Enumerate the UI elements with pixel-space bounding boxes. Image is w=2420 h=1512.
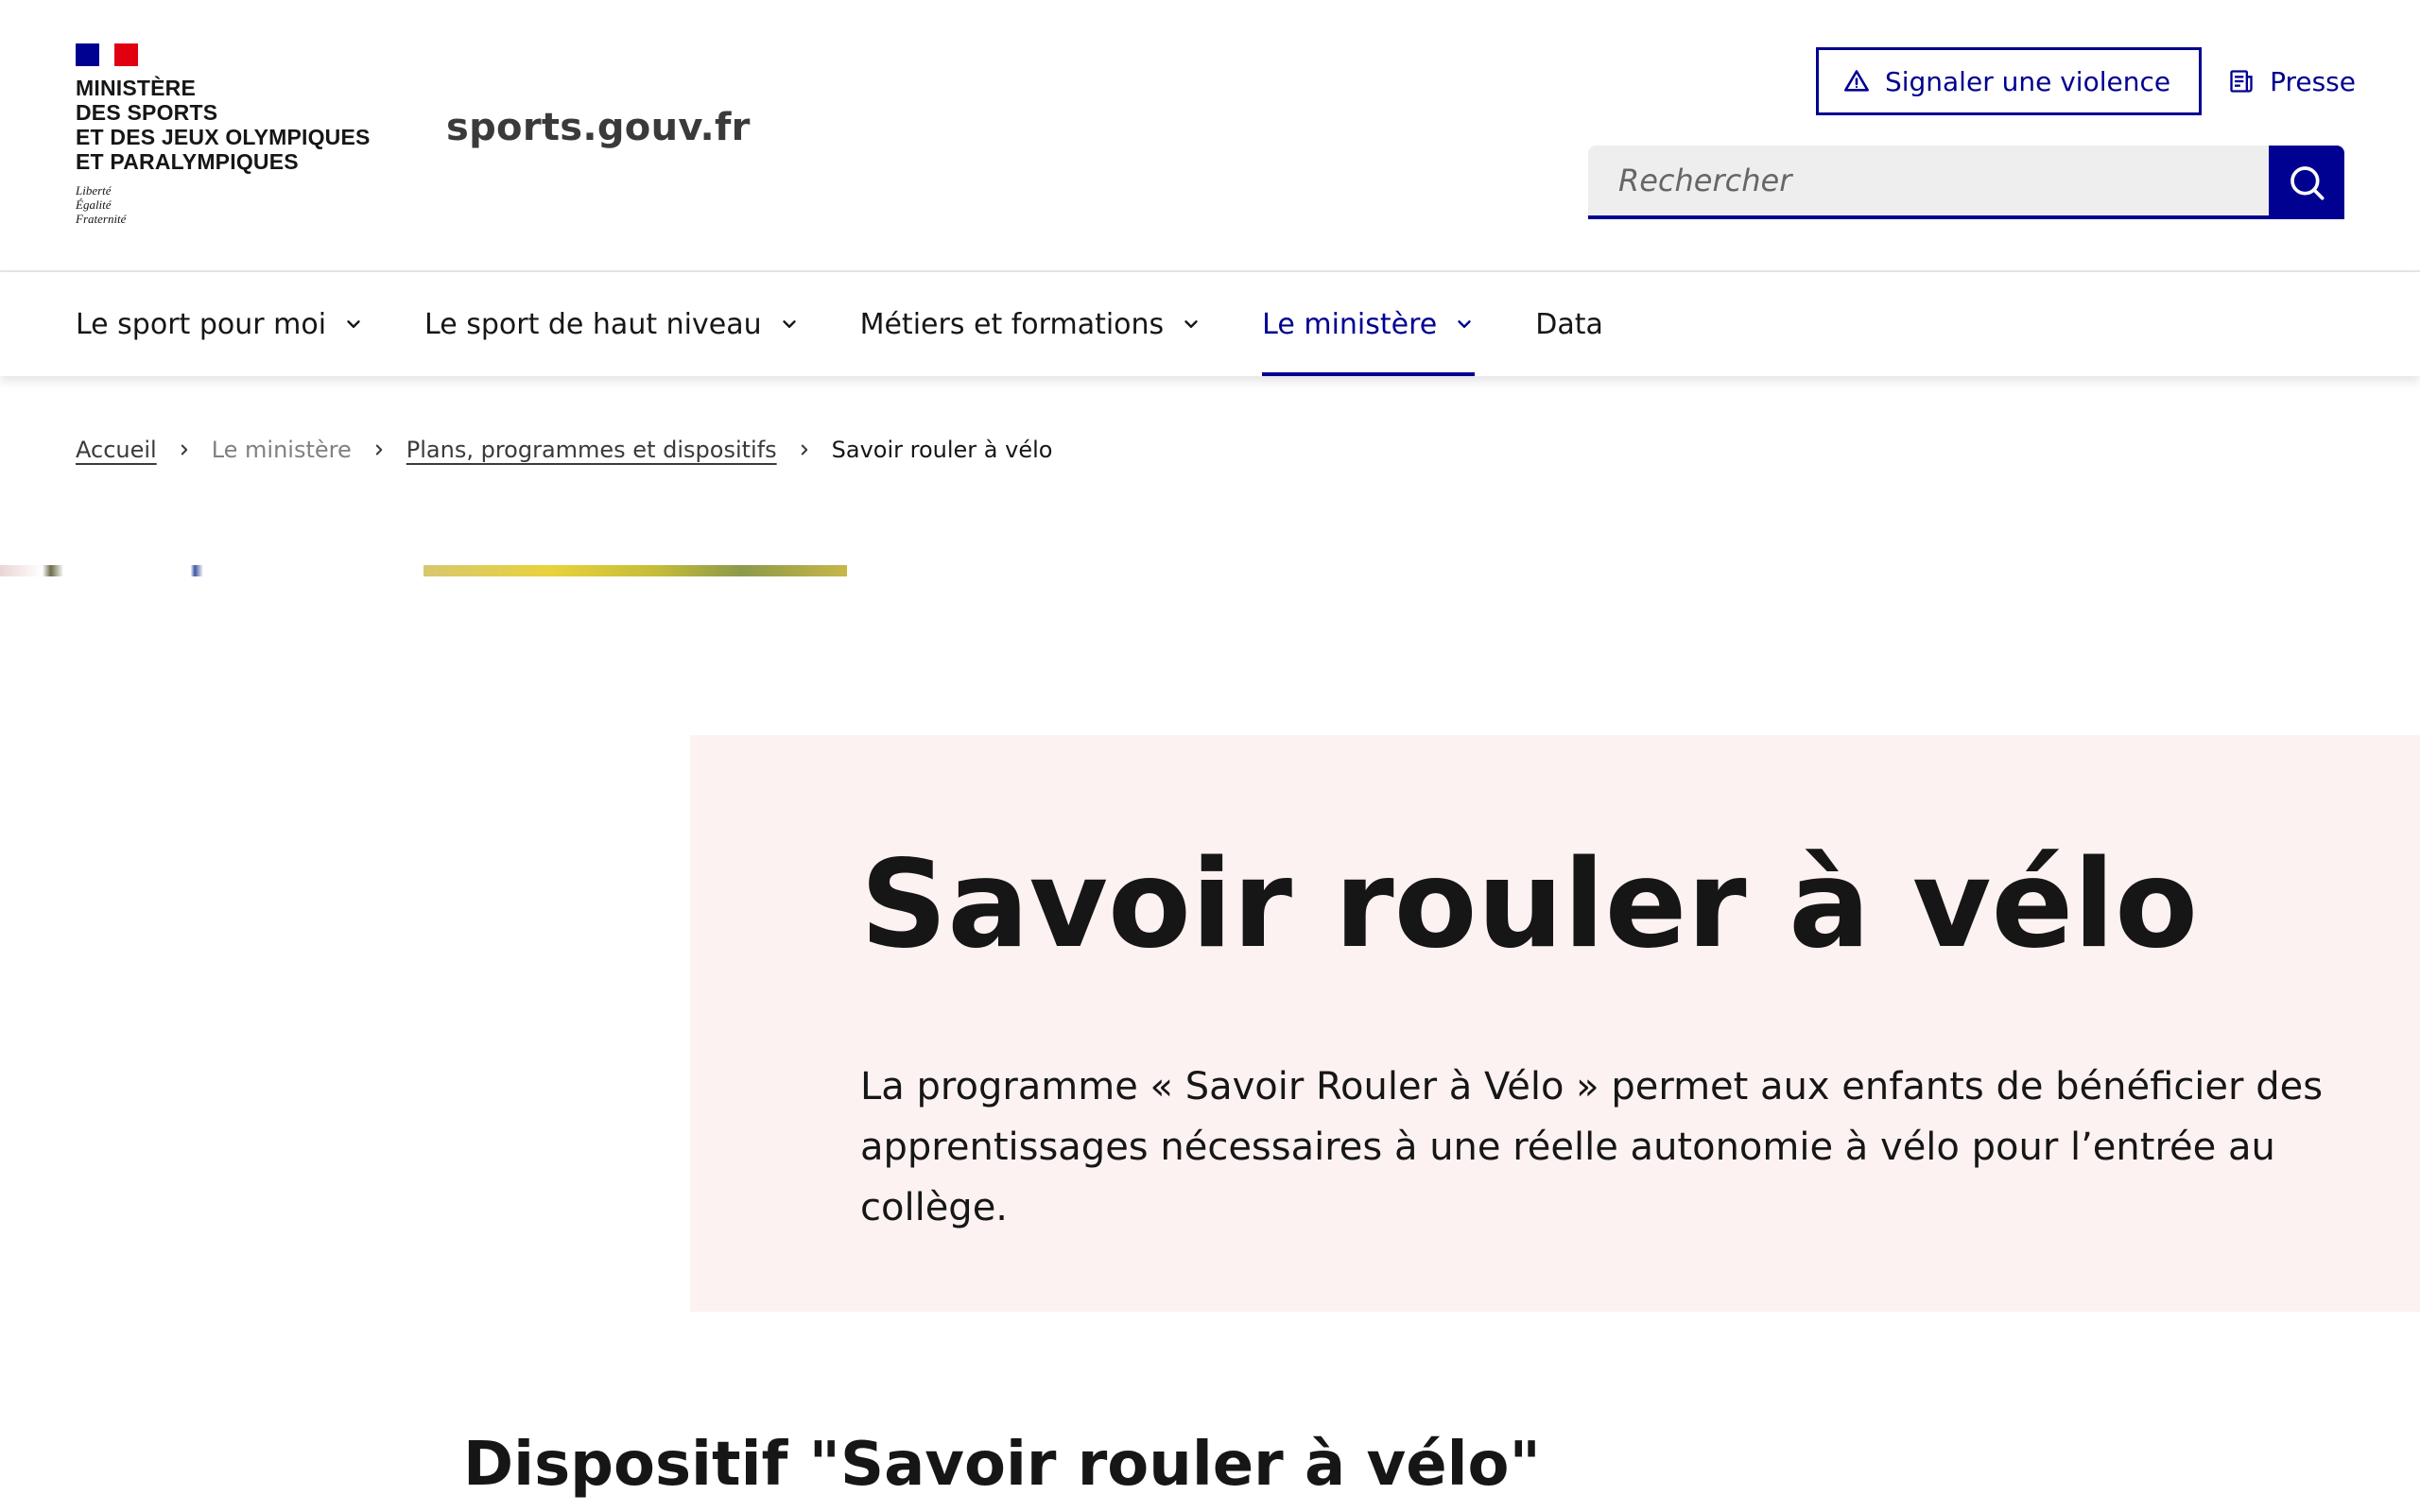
section-title: Dispositif "Savoir rouler à vélo"	[463, 1430, 1541, 1500]
newspaper-icon	[2228, 68, 2255, 94]
site-header: Ministère des Sports et des Jeux Olympiq…	[0, 0, 2420, 272]
ministry-line: et des Jeux Olympiques	[76, 125, 371, 149]
nav-item-label: Data	[1535, 307, 1603, 341]
motto-line: Égalité	[76, 198, 112, 212]
report-violence-label: Signaler une violence	[1884, 65, 2171, 97]
report-violence-button[interactable]: Signaler une violence	[1815, 47, 2203, 115]
chevron-down-icon	[779, 314, 800, 335]
search-button[interactable]	[2269, 146, 2344, 219]
press-label: Presse	[2270, 65, 2356, 97]
motto-line: Fraternité	[76, 212, 127, 226]
nav-item-label: Le sport pour moi	[76, 307, 327, 341]
nav-item-data[interactable]: Data	[1505, 272, 1634, 376]
motto-line: Liberté	[76, 183, 112, 198]
chevron-down-icon	[1454, 314, 1475, 335]
chevron-down-icon	[343, 314, 364, 335]
header-tools: Signaler une violence Presse	[1815, 47, 2360, 115]
search-icon	[2288, 163, 2325, 201]
press-link[interactable]: Presse	[2224, 66, 2360, 97]
hero-image-strip	[0, 565, 847, 576]
hero-description: La programme « Savoir Rouler à Vélo » pe…	[860, 1065, 2324, 1229]
hero-image-left	[0, 565, 424, 576]
nav-item-ministere[interactable]: Le ministère	[1232, 272, 1505, 376]
nav-item-metiers-formations[interactable]: Métiers et formations	[830, 272, 1233, 376]
breadcrumb-link-plans[interactable]: Plans, programmes et dispositifs	[406, 437, 777, 463]
ministry-line: et Paralympiques	[76, 149, 299, 174]
breadcrumb-link-accueil[interactable]: Accueil	[76, 437, 157, 463]
chevron-right-icon	[371, 441, 388, 458]
main-navigation: Le sport pour moi Le sport de haut nivea…	[0, 272, 2420, 376]
chevron-right-icon	[796, 441, 813, 458]
breadcrumb-item-ministere: Le ministère	[211, 437, 352, 463]
chevron-right-icon	[176, 441, 193, 458]
hero-banner: Savoir rouler à vélo La programme « Savo…	[690, 735, 2420, 1312]
marianne-flag-icon	[76, 43, 139, 66]
page-title: Savoir rouler à vélo	[860, 834, 2199, 975]
ministry-name: Ministère des Sports et des Jeux Olympiq…	[76, 76, 378, 174]
chevron-down-icon	[1181, 314, 1201, 335]
breadcrumb-current: Savoir rouler à vélo	[831, 437, 1053, 463]
search-input[interactable]	[1588, 146, 2269, 219]
ministry-line: des Sports	[76, 100, 218, 125]
service-title-link[interactable]: sports.gouv.fr	[446, 106, 751, 149]
breadcrumb: Accueil Le ministère Plans, programmes e…	[76, 437, 1052, 463]
nav-item-sport-pour-moi[interactable]: Le sport pour moi	[45, 272, 394, 376]
warning-icon	[1843, 68, 1870, 94]
nav-item-label: Le ministère	[1262, 307, 1438, 341]
republic-motto: Liberté Égalité Fraternité	[76, 183, 378, 226]
ministry-logo[interactable]: Ministère des Sports et des Jeux Olympiq…	[76, 43, 378, 226]
ministry-line: Ministère	[76, 76, 197, 100]
nav-item-label: Le sport de haut niveau	[424, 307, 762, 341]
nav-item-sport-haut-niveau[interactable]: Le sport de haut niveau	[394, 272, 830, 376]
search-bar	[1588, 146, 2344, 219]
nav-item-label: Métiers et formations	[859, 307, 1165, 341]
hero-image-right	[424, 565, 847, 576]
